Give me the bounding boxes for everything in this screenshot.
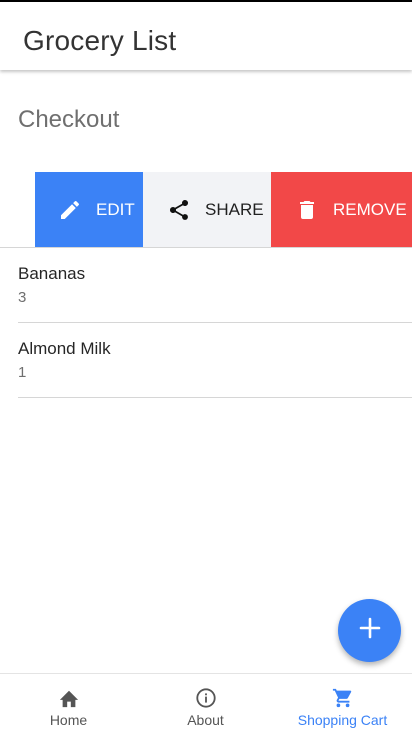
nav-shopping-cart[interactable]: Shopping Cart (274, 674, 411, 736)
list-item[interactable]: Bananas 3 (18, 248, 412, 323)
list-item[interactable]: Almond Milk 1 (18, 323, 412, 398)
edit-label: EDIT (96, 200, 135, 219)
remove-label: REMOVE (333, 200, 407, 219)
item-name: Almond Milk (18, 339, 111, 358)
share-label: SHARE (205, 200, 264, 219)
section-title: Checkout (18, 106, 120, 133)
grocery-list: Bananas 3 Almond Milk 1 (18, 248, 412, 398)
share-icon (167, 198, 191, 222)
nav-home-label: Home (49, 712, 88, 728)
nav-home[interactable]: Home (0, 674, 137, 736)
nav-about-label: About (187, 712, 224, 728)
trash-icon (295, 198, 319, 222)
add-item-button[interactable] (338, 599, 401, 662)
app-bar: Grocery List (0, 2, 412, 70)
home-icon (58, 687, 80, 709)
cart-icon (332, 687, 354, 709)
swipe-actions-row: EDIT SHARE REMOVE (0, 172, 412, 248)
share-button[interactable]: SHARE (143, 172, 271, 248)
page-title: Grocery List (23, 25, 177, 56)
edit-button[interactable]: EDIT (35, 172, 143, 248)
item-quantity: 3 (18, 289, 27, 306)
pencil-icon (58, 198, 82, 222)
info-icon (195, 687, 217, 709)
bottom-navigation: Home About Shopping Cart (0, 673, 412, 736)
plus-icon (359, 617, 381, 644)
item-quantity: 1 (18, 364, 27, 381)
swipe-gap (0, 172, 35, 248)
item-name: Bananas (18, 264, 86, 283)
remove-button[interactable]: REMOVE (271, 172, 412, 248)
nav-shopping-cart-label: Shopping Cart (297, 712, 388, 728)
nav-about[interactable]: About (137, 674, 274, 736)
app-screen: Grocery List Checkout EDIT SHARE REMOVE … (0, 0, 412, 736)
